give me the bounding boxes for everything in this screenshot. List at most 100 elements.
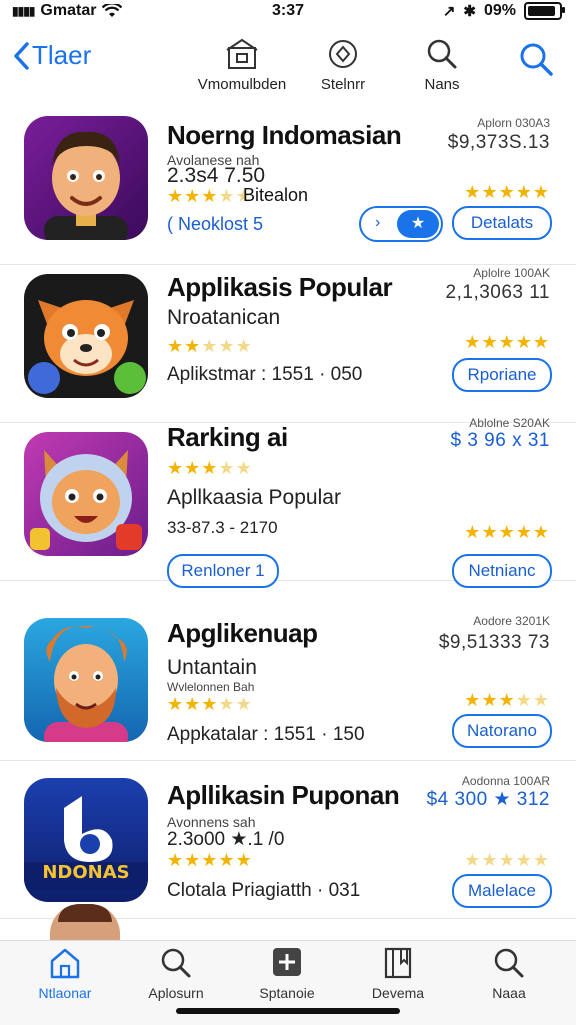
app-right-label: Ablolne S20AK [469,416,550,430]
star-filled-icon: ★ [532,522,550,542]
detail-button[interactable]: Malelace [452,874,552,908]
nav-item-home[interactable]: Vmomulbden [187,38,297,93]
review-link[interactable]: ( Neoklost 5 [167,214,263,235]
back-label: Tlaer [32,40,92,70]
toggle-switch[interactable]: › ★ [359,206,443,242]
star-filled-icon: ★ [498,522,516,542]
rating-stars: ★★★★★ [167,336,253,357]
star-filled-icon: ★ [498,332,516,352]
rating-stars-right: ★★★★★ [464,182,550,203]
star-empty-icon: ★ [532,850,550,870]
rating-note: Bitealon [243,185,309,205]
rating-stars-right: ★★★★★ [464,690,550,711]
star-filled-icon: ★ [184,336,202,356]
app-meta-secondary: Clotala Priagiatth · 031 [167,880,361,901]
app-subtitle: Apllkaasia Popular [167,486,341,509]
star-filled-icon: ★ [201,850,219,870]
list-item[interactable]: NDONAS Apllikasin Puponan Avonnens sah 2… [0,766,576,919]
app-subtitle: Nroatanican [167,306,281,329]
app-price: $4 300 ★ 312 [426,789,550,810]
search-icon [520,43,553,76]
rating-stars: ★★★★★ [167,694,253,715]
tab-explore[interactable]: Naaa [454,947,564,1001]
list-item[interactable]: Applikasis Popular Nroatanican ★★★★★ Apl… [0,264,576,423]
star-filled-icon: ★ [481,332,499,352]
app-icon [24,116,148,240]
star-empty-icon: ★ [532,690,550,710]
star-filled-icon: ★ [167,694,185,714]
star-icon: ★ [397,210,439,238]
app-title: Applikasis Popular [167,272,393,302]
nav-item-label: Vmomulbden [197,76,287,93]
location-icon: ↗ [442,3,456,20]
list-item[interactable]: Rarking ai ★★★★★ Apllkaasia Popular 33-8… [0,416,576,588]
star-filled-icon: ★ [201,186,219,206]
search-icon [494,948,524,978]
back-button[interactable]: Tlaer [12,40,91,71]
chevron-left-icon [14,41,29,70]
star-filled-icon: ★ [184,694,202,714]
brand-logo-icon [24,796,148,890]
home-indicator [176,1008,400,1014]
tab-label: Naaa [492,985,526,1001]
status-bar: ▮▮▮▮ Gmatar 3:37 ↗ ✱ 09% [0,0,576,24]
tab-home[interactable]: Ntlaonar [10,947,120,1001]
app-right-label: Aplolre 100AK [473,266,550,280]
rating-stars-right: ★★★★★ [464,850,550,871]
star-filled-icon: ★ [167,850,185,870]
star-filled-icon: ★ [167,186,185,206]
list-item[interactable]: Apglikenuap Untantain Wvlelonnen Bah ★★★… [0,604,576,761]
search-icon [427,39,457,69]
astronaut-fox-icon [30,450,142,550]
arrow-right-icon: › [375,214,381,231]
star-filled-icon: ★ [464,522,482,542]
star-filled-icon: ★ [498,690,516,710]
star-filled-icon: ★ [498,182,516,202]
rating-stars: ★★★★★ [167,458,253,479]
star-empty-icon: ★ [498,850,516,870]
search-icon [161,948,191,978]
star-filled-icon: ★ [532,182,550,202]
plus-square-icon [273,948,301,976]
star-filled-icon: ★ [515,332,533,352]
icon-wordmark: NDONAS [42,862,130,883]
star-filled-icon: ★ [532,332,550,352]
detail-button[interactable]: Natorano [452,714,552,748]
app-title: Apglikenuap [167,618,318,648]
app-icon: NDONAS [24,778,148,902]
nav-item-search[interactable]: Nans [387,38,497,93]
fox-character-icon [28,300,146,394]
star-filled-icon: ★ [201,458,219,478]
tab-search[interactable]: Aplosurn [121,947,231,1001]
star-filled-icon: ★ [201,694,219,714]
app-right-label: Aodore 3201K [473,614,550,628]
book-icon [384,947,412,979]
list-item[interactable]: Noerng Indomasian Avolanese nah 2.3s4 7.… [0,106,576,265]
secondary-button[interactable]: Renloner 1 [167,554,279,588]
battery-percent: 09% [483,2,516,19]
star-filled-icon: ★ [235,850,253,870]
star-filled-icon: ★ [184,458,202,478]
tab-label: Devema [371,985,425,1001]
app-meta: Aplikstmar : 1551 · 050 [167,364,363,385]
app-title: Rarking ai [167,422,288,452]
star-filled-icon: ★ [167,336,185,356]
star-filled-icon: ★ [515,182,533,202]
app-title: Noerng Indomasian [167,120,402,150]
tab-add[interactable]: Sptanoie [232,947,342,1001]
rating-stars-right: ★★★★★ [464,522,550,543]
tab-library[interactable]: Devema [343,947,453,1001]
search-button[interactable] [518,42,554,83]
tab-label: Aplosurn [148,985,204,1001]
house-box-icon [226,38,258,69]
rating-stars-right: ★★★★★ [464,332,550,353]
nav-item-categories[interactable]: Stelnrr [288,38,398,93]
detail-button[interactable]: Detalats [452,206,552,240]
detail-button[interactable]: Netnianc [452,554,552,588]
star-filled-icon: ★ [481,182,499,202]
battery-fill [528,6,555,16]
star-empty-icon: ★ [218,458,236,478]
badge-icon [329,40,357,68]
rating-stars: ★★★★★ [167,850,253,871]
detail-button[interactable]: Rporiane [452,358,552,392]
